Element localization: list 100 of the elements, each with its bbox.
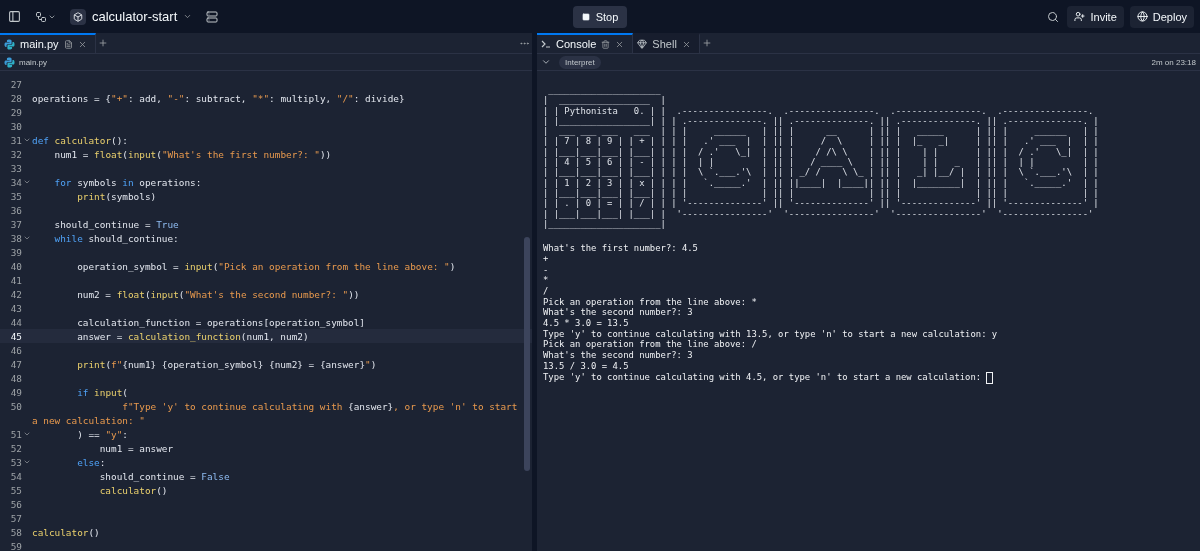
- file-type-icon: [4, 38, 15, 50]
- line-number: 30: [9, 120, 22, 132]
- fold-caret-icon[interactable]: [23, 136, 31, 144]
- globe-icon: [1136, 11, 1148, 22]
- line-number: 58: [9, 526, 22, 538]
- code-line: def calculator():: [32, 134, 128, 146]
- line-number: 59: [9, 540, 22, 551]
- line-number: 44: [9, 316, 22, 328]
- code-line: num1 = float(input("What's the first number?: ")): [53, 148, 332, 160]
- code-line: should_continue = True: [53, 218, 179, 230]
- breadcrumb[interactable]: main.py: [19, 57, 47, 67]
- line-number: 34: [9, 176, 22, 188]
- code-line: f"Type 'y' to continue calculating with {answer}, or type 'n' to start: [121, 400, 518, 412]
- console-output-line: 13.5 / 3.0 = 4.5: [543, 360, 630, 372]
- line-number: 56: [9, 498, 22, 510]
- console-output-line: *: [543, 275, 550, 286]
- line-number: 49: [9, 386, 22, 398]
- console-output-line: /: [543, 285, 550, 297]
- line-number: 53: [9, 456, 22, 468]
- console-output-line: Pick an operation from the line above: *: [543, 296, 758, 308]
- line-number: 55: [9, 484, 22, 496]
- code-line: for symbols in operations:: [53, 176, 202, 188]
- close-icon[interactable]: [615, 39, 625, 49]
- stop-button[interactable]: Stop: [572, 5, 628, 28]
- line-number: 50: [9, 400, 22, 412]
- console-output-line: -: [543, 264, 550, 276]
- console-output-line: +: [543, 253, 550, 265]
- line-number: 41: [9, 274, 22, 286]
- close-icon[interactable]: [681, 39, 691, 49]
- console-output-line: What's the first number?: 4.5: [543, 243, 699, 254]
- console-output-line: Type 'y' to continue calculating with 13.5, or type 'n' to start a new calculation: y: [543, 328, 999, 340]
- code-line: num2 = float(input("What's the second number?: ")): [76, 288, 360, 300]
- line-number: 27: [9, 78, 22, 90]
- close-icon[interactable]: [77, 39, 87, 49]
- line-number: 47: [9, 358, 22, 370]
- line-number: 35: [9, 190, 22, 202]
- console-output-line: What's the second number?: 3: [543, 350, 694, 361]
- fold-caret-icon[interactable]: [23, 458, 31, 466]
- line-number: 37: [9, 218, 22, 230]
- console-output-line: What's the second number?: 3: [543, 307, 694, 319]
- console-output-line: Type 'y' to continue calculating with 4.5, or type 'n' to start a new calculation:: [543, 372, 982, 383]
- line-number: 32: [9, 148, 22, 160]
- code-line: else:: [76, 456, 106, 468]
- code-line: operations = {"+": add, "-": subtract, "*": multiply, "/": divide}: [32, 92, 405, 104]
- code-line: calculator(): [32, 526, 100, 538]
- line-number: 57: [9, 512, 22, 524]
- line-number: 54: [9, 470, 22, 482]
- line-number: 40: [9, 260, 22, 272]
- line-number: 38: [9, 232, 22, 244]
- ascii-art: _____________________ | _________________ | | | Pythonista 0. | | .----------------. .----------------. .----------------. .----------------. | |_________________| | | .--------------. || .--------------. || .--------------. || .--------------. | | ___ ___ ___ ___ | | | ______ | || | __ | || | _____ | || | ______ | | | | 7 | 8 | 9 | | + | | | | .' ___ | | || | / \ | || | |_ _| | || | .' ___ | | | | |___|___|___| |___| | | | / .' \_| | || | / /\ \ | || | | | | || | / .' \_| | | | | 4 | 5 | 6 | | - | | | | | | | || | / ____ \ | || | | | _ | || | | | | | | |___|___|___| |___| | | | \ `.___.'\ | || | _/ / \ \_ | || | _| |__/ | | || | \ `.___.'\ | | | | 1 | 2 | 3 | | x | | | | `._____.' | || ||____| |____|| || | |________| | || | `._____.' | | | |___|___|___| |___| | | | | || | | || | | || | | | | | . | 0 | = | | / | | | '--------------' || '--------------' || '--------------' || '--------------' | | |___|___|___| |___| | '----------------' '----------------' '----------------' '----------------' |_____________________|: [543, 85, 1100, 230]
- line-number: 28: [9, 92, 22, 104]
- interpret-toggle[interactable]: Interpret: [559, 55, 601, 69]
- fold-caret-icon[interactable]: [23, 430, 31, 438]
- caret-icon: [183, 12, 193, 21]
- code-line: calculator(): [98, 484, 168, 496]
- line-number: 29: [9, 106, 22, 118]
- panel-tab[interactable]: Shell: [633, 33, 700, 53]
- gem-icon: [637, 39, 648, 49]
- line-number: 31: [9, 134, 22, 146]
- line-number: 45: [9, 330, 22, 342]
- project-menu[interactable]: calculator-start: [68, 6, 195, 27]
- line-number: 48: [9, 372, 22, 384]
- line-number: 52: [9, 442, 22, 454]
- scrollbar[interactable]: [524, 237, 530, 471]
- code-line: answer = calculation_function(num1, num2): [76, 330, 309, 342]
- panel-tab[interactable]: Console: [537, 33, 634, 53]
- collapse-caret-icon[interactable]: [541, 57, 551, 67]
- invite-button[interactable]: Invite: [1067, 5, 1124, 28]
- document-icon[interactable]: [63, 39, 73, 49]
- code-line: if input(: [76, 386, 128, 398]
- line-number: 39: [9, 246, 22, 258]
- line-number: 46: [9, 344, 22, 356]
- console-output-line: 4.5 * 3.0 = 13.5: [543, 318, 630, 329]
- line-number: 51: [9, 428, 22, 440]
- code-line: a new calculation: ": [32, 414, 145, 426]
- fold-caret-icon[interactable]: [23, 178, 31, 186]
- line-number: 36: [9, 204, 22, 216]
- sidebar-toggle-icon[interactable]: [6, 8, 23, 25]
- server-icon[interactable]: [204, 8, 221, 25]
- line-number: 43: [9, 302, 22, 314]
- terminal-prompt-icon: [541, 38, 551, 50]
- code-line: ) == "y":: [76, 428, 128, 440]
- code-line: calculation_function = operations[operation_symbol]: [76, 316, 365, 328]
- deploy-button[interactable]: Deploy: [1129, 5, 1194, 28]
- cube-icon: [70, 8, 86, 25]
- code-line: num1 = answer: [98, 442, 174, 454]
- line-number: 42: [9, 288, 22, 300]
- run-status: 2m on 23:18: [1151, 57, 1196, 67]
- code-line: should_continue = False: [98, 470, 230, 482]
- line-number: 33: [9, 162, 22, 174]
- code-line: print(f"{num1} {operation_symbol} {num2} = {answer}"): [76, 358, 377, 370]
- file-tab[interactable]: main.py: [0, 33, 96, 53]
- stop-icon: [581, 12, 590, 21]
- file-type-icon: [4, 56, 15, 68]
- fold-caret-icon[interactable]: [23, 234, 31, 242]
- console-output-line: Pick an operation from the line above: /: [543, 339, 758, 351]
- trash-icon[interactable]: [601, 39, 611, 49]
- user-plus-icon: [1074, 11, 1086, 22]
- code-line: print(symbols): [76, 190, 157, 202]
- code-line: operation_symbol = input("Pick an operation from the line above: "): [76, 260, 456, 272]
